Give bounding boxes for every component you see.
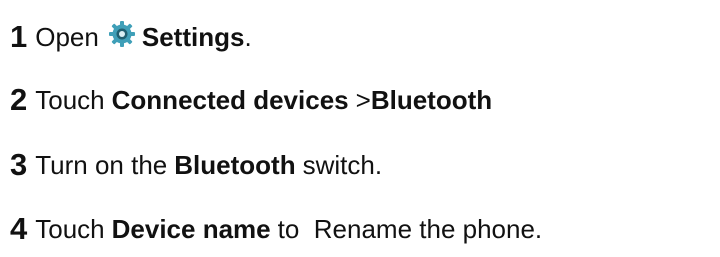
step-text-after: switch. (302, 150, 383, 180)
step-bold-text: Bluetooth (174, 150, 296, 180)
step-bold-text: Connected devices (111, 85, 349, 115)
step-2: 2 Touch Connected devices > Bluetooth (10, 83, 492, 117)
settings-gear-icon (108, 20, 136, 48)
step-number: 4 (10, 211, 28, 246)
step-text-after: to Rename the phone. (277, 214, 543, 244)
step-text: Turn on the (35, 150, 168, 180)
step-separator: > (355, 85, 371, 115)
instruction-steps: 1 Open Settings . 2 Touch Connected devi… (10, 0, 710, 257)
step-4: 4 Touch Device name to Rename the phone. (10, 212, 542, 246)
step-bold-text: Device name (111, 214, 271, 244)
step-bold-text: Settings (141, 22, 245, 52)
step-text-after: . (244, 22, 252, 52)
step-number: 1 (10, 19, 28, 54)
step-1: 1 Open Settings . (10, 20, 252, 54)
step-bold-text-2: Bluetooth (370, 85, 493, 115)
step-number: 3 (10, 147, 28, 182)
step-3: 3 Turn on the Bluetooth switch. (10, 148, 382, 182)
step-text: Touch (35, 85, 105, 115)
step-text: Open (35, 22, 99, 52)
step-text: Touch (35, 214, 105, 244)
step-number: 2 (10, 82, 28, 117)
